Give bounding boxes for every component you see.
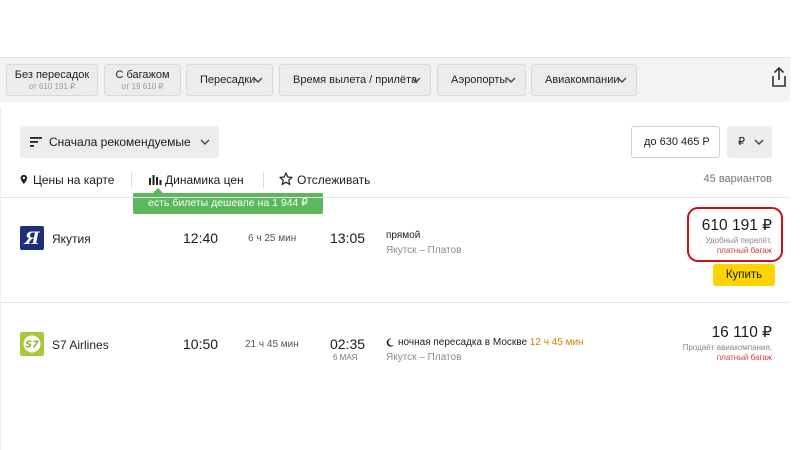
flight-row[interactable]: S7 S7 Airlines 10:50 21 ч 45 мин 02:35 6… — [1, 303, 790, 373]
dropdown-airlines[interactable]: Авиакомпании — [531, 64, 637, 96]
logo-letter: Я — [24, 229, 41, 249]
ticket-price: 610 191 ₽ — [701, 217, 772, 234]
chevron-down-icon — [754, 139, 764, 145]
arrival-time: 02:35 — [330, 336, 366, 352]
currency-label: ₽ — [738, 136, 745, 148]
max-price-input[interactable] — [631, 126, 720, 158]
star-icon — [279, 172, 293, 186]
track-prices-link[interactable]: Отслеживать — [279, 171, 371, 189]
chevron-down-icon — [506, 77, 516, 83]
buy-button[interactable]: Купить — [713, 264, 775, 286]
flight-duration: 6 ч 25 мин — [248, 233, 297, 244]
dropdown-airports[interactable]: Аэропорты — [437, 64, 526, 96]
filter-nonstop-price: от 610 191 ₽ — [28, 82, 76, 91]
airline-name: S7 Airlines — [52, 338, 109, 352]
price-map-label: Цены на карте — [33, 173, 115, 187]
stop-text: прямой — [386, 230, 421, 241]
price-note: Удобный перелёт, — [705, 236, 772, 245]
moon-icon — [386, 338, 395, 347]
filter-bar: Без пересадок от 610 191 ₽ С багажом от … — [0, 57, 790, 102]
route: Якутск – Платов — [386, 352, 462, 363]
departure-time: 10:50 — [183, 336, 219, 352]
filter-baggage-title: С багажом — [115, 69, 170, 81]
variants-count: 45 вариантов — [703, 173, 772, 185]
sort-icon — [30, 137, 42, 147]
logo-letter: S7 — [25, 340, 39, 351]
chevron-down-icon — [253, 77, 263, 83]
price-map-link[interactable]: Цены на карте — [19, 171, 124, 189]
filter-nonstop-chip[interactable]: Без пересадок от 610 191 ₽ — [6, 64, 98, 96]
arrival-date: 6 МАЯ — [333, 353, 358, 362]
toolbar-divider — [263, 172, 264, 188]
price-dynamics-label: Динамика цен — [165, 173, 244, 187]
stop-info: ночная пересадка в Москве 12 ч 45 мин — [398, 337, 584, 348]
departure-time: 12:40 — [183, 230, 219, 246]
route: Якутск – Платов — [386, 245, 462, 256]
arrival-time: 13:05 — [330, 230, 366, 246]
chevron-down-icon — [617, 77, 627, 83]
dropdown-transfers[interactable]: Пересадки — [186, 64, 273, 96]
track-prices-label: Отслеживать — [297, 173, 371, 187]
stop-text: ночная пересадка в Москве — [398, 337, 528, 348]
airline-name: Якутия — [52, 232, 91, 246]
baggage-note: платный багаж — [716, 246, 772, 255]
filter-baggage-price: от 19 610 ₽ — [121, 82, 164, 91]
chevron-down-icon — [200, 139, 210, 145]
flight-duration: 21 ч 45 мин — [245, 339, 299, 350]
ticket-price: 16 110 ₽ — [711, 324, 772, 341]
price-dynamics-link[interactable]: Динамика цен — [149, 171, 249, 189]
currency-dropdown[interactable]: ₽ — [727, 126, 772, 158]
airline-logo-yakutia: Я — [20, 226, 44, 250]
flight-row[interactable]: Я Якутия 12:40 6 ч 25 мин 13:05 прямой Я… — [1, 198, 790, 301]
sort-label: Сначала рекомендуемые — [49, 135, 191, 149]
chevron-down-icon — [411, 77, 421, 83]
map-pin-icon — [20, 174, 28, 185]
dropdown-departure-time[interactable]: Время вылета / прилёта — [279, 64, 431, 96]
sort-dropdown[interactable]: Сначала рекомендуемые — [20, 126, 219, 158]
filter-nonstop-title: Без пересадок — [14, 69, 90, 81]
layover-duration: 12 ч 45 мин — [529, 337, 584, 348]
toolbar-divider — [131, 172, 132, 188]
bar-chart-icon — [149, 175, 162, 185]
stop-info: прямой — [386, 230, 420, 241]
baggage-note: платный багаж — [716, 353, 772, 362]
price-note: Продаёт авиакомпания, — [682, 343, 772, 352]
airline-logo-s7: S7 — [20, 332, 44, 356]
share-icon[interactable] — [770, 66, 788, 88]
dropdown-departure-time-label: Время вылета / прилёта — [293, 74, 418, 86]
filter-baggage-chip[interactable]: С багажом от 19 610 ₽ — [104, 64, 181, 96]
